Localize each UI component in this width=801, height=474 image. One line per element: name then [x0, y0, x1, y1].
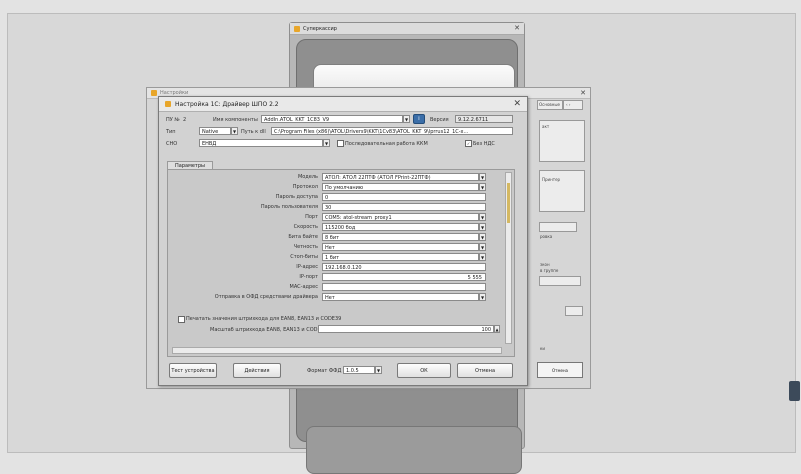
- param-label: Скорость: [293, 224, 318, 230]
- param-label: Порт: [305, 214, 318, 220]
- sales-window-titlebar: Суперкассир ✕: [290, 23, 524, 35]
- param-field[interactable]: 30: [322, 203, 486, 211]
- tab-main[interactable]: Основные: [537, 100, 563, 110]
- settings-cancel-button[interactable]: Отмена: [537, 362, 583, 378]
- param-label: Бита байте: [288, 234, 318, 240]
- param-field[interactable]: 115200 бод: [322, 223, 479, 231]
- device-num-label: ПУ №: [166, 117, 180, 123]
- chevron-down-icon[interactable]: ▼: [479, 213, 486, 221]
- print-barcode-label: Печатать значения штрихкода для EAN8, EA…: [186, 316, 342, 322]
- param-label: IP-порт: [299, 274, 318, 280]
- dialog-title: Настройка 1С: Драйвер ШПО 2.2: [175, 100, 279, 108]
- spinner-icon[interactable]: ▲: [494, 325, 500, 333]
- type-field[interactable]: Native: [199, 127, 231, 135]
- param-field[interactable]: Нет: [322, 293, 479, 301]
- chevron-down-icon[interactable]: ▼: [231, 127, 238, 135]
- ffd-format-label: Формат ФФД: [307, 368, 342, 374]
- chevron-down-icon[interactable]: ▼: [479, 223, 486, 231]
- chevron-down-icon[interactable]: ▼: [479, 183, 486, 191]
- param-label: Четность: [293, 244, 318, 250]
- driver-settings-dialog: Настройка 1С: Драйвер ШПО 2.2 ✕ ПУ № 2 И…: [158, 96, 528, 386]
- settings-field[interactable]: [539, 276, 581, 286]
- tab-scroll-arrows[interactable]: ‹ ›: [563, 100, 583, 110]
- print-barcode-checkbox[interactable]: [178, 316, 185, 323]
- param-field[interactable]: 192.168.0.120: [322, 263, 486, 271]
- component-name-label: Имя компоненты: [213, 117, 258, 123]
- ffd-format-field[interactable]: 1.0.5: [343, 366, 375, 374]
- tax-system-field[interactable]: ЕНВД: [199, 139, 323, 147]
- chevron-down-icon[interactable]: ▼: [479, 253, 486, 261]
- chevron-down-icon[interactable]: ▼: [479, 233, 486, 241]
- bottom-panel: [306, 426, 522, 474]
- param-label: Стоп-биты: [290, 254, 318, 260]
- barcode-scale-field[interactable]: 100: [318, 325, 494, 333]
- param-field[interactable]: 1 бит: [322, 253, 479, 261]
- settings-label: в группе: [540, 268, 559, 273]
- settings-label: ровка: [540, 234, 553, 239]
- param-field[interactable]: 8 бит: [322, 233, 479, 241]
- device-num-value: 2: [183, 117, 187, 123]
- info-icon[interactable]: i: [413, 114, 425, 124]
- param-label: IP-адрес: [296, 264, 318, 270]
- ok-button[interactable]: ОК: [397, 363, 451, 378]
- chevron-down-icon[interactable]: ▼: [375, 366, 382, 374]
- parameters-panel: Модель АТОЛ: АТОЛ 22ПТФ (АТОЛ FPrint-22ПТ…: [167, 169, 515, 357]
- dialog-titlebar: Настройка 1С: Драйвер ШПО 2.2 ✕: [159, 97, 527, 112]
- sales-window-title: Суперкассир: [303, 25, 337, 32]
- component-name-field[interactable]: AddIn.ATOL_KKT_1C83_V9: [261, 115, 403, 123]
- no-vat-checkbox[interactable]: ✓: [465, 140, 472, 147]
- app-icon: [151, 90, 157, 96]
- settings-dropdown[interactable]: [539, 222, 577, 232]
- chevron-down-icon[interactable]: ▼: [403, 115, 410, 123]
- actions-button[interactable]: Действия: [233, 363, 281, 378]
- close-icon[interactable]: ✕: [514, 25, 520, 32]
- param-field[interactable]: По умолчанию: [322, 183, 479, 191]
- type-label: Тип: [166, 129, 176, 135]
- tax-system-label: СНО: [166, 141, 178, 147]
- tray-icon[interactable]: [789, 381, 800, 401]
- version-label: Версия: [430, 117, 449, 123]
- param-label: Модель: [297, 174, 318, 180]
- scrollbar-thumb[interactable]: [507, 183, 510, 223]
- chevron-down-icon[interactable]: ▼: [479, 293, 486, 301]
- close-icon[interactable]: ✕: [513, 99, 521, 108]
- settings-label: зкон: [540, 262, 550, 267]
- chevron-down-icon[interactable]: ▼: [479, 173, 486, 181]
- param-label: Пароль пользователя: [260, 204, 318, 210]
- app-icon: [294, 25, 300, 32]
- param-label: Пароль доступа: [275, 194, 318, 200]
- sequential-mode-label: Последовательная работа ККМ: [345, 141, 428, 147]
- cancel-button[interactable]: Отмена: [457, 363, 513, 378]
- sequential-mode-checkbox[interactable]: [337, 140, 344, 147]
- settings-right-column: Основные ‹ › акт Принтер ровка зкон в гр…: [537, 94, 589, 384]
- no-vat-label: Без НДС: [473, 141, 495, 147]
- chevron-down-icon[interactable]: ▼: [323, 139, 330, 147]
- vertical-scrollbar[interactable]: [505, 172, 512, 344]
- param-label: Протокол: [292, 184, 318, 190]
- param-field[interactable]: [322, 283, 486, 291]
- settings-label: акт: [542, 124, 550, 129]
- barcode-scale-label: Масштаб штрихкода EAN8, EAN13 и CODE39: [210, 327, 327, 333]
- param-field[interactable]: Нет: [322, 243, 479, 251]
- param-field[interactable]: АТОЛ: АТОЛ 22ПТФ (АТОЛ FPrint-22ПТФ): [322, 173, 479, 181]
- param-field[interactable]: COM5: atol-stream_proxy1: [322, 213, 479, 221]
- param-label: MAC-адрес: [289, 284, 318, 290]
- settings-group-2: Принтер: [539, 170, 585, 212]
- settings-label: ки: [540, 346, 546, 351]
- printer-label: Принтер: [542, 177, 561, 182]
- settings-group-1: акт: [539, 120, 585, 162]
- app-icon: [165, 101, 171, 107]
- dll-path-label: Путь к dll: [241, 129, 266, 135]
- test-device-button[interactable]: Тест устройства: [169, 363, 217, 378]
- chevron-down-icon[interactable]: ▼: [479, 243, 486, 251]
- version-field: 9.12.2.6711: [455, 115, 513, 123]
- horizontal-scrollbar[interactable]: [172, 347, 502, 354]
- tab-main-label: Основные: [539, 102, 561, 107]
- param-field[interactable]: 0: [322, 193, 486, 201]
- param-label: Отправка в ОФД средствами драйвера: [214, 294, 318, 300]
- settings-spinner[interactable]: [565, 306, 583, 316]
- param-field[interactable]: 5 555: [322, 273, 486, 281]
- dll-path-field[interactable]: C:\Program Files (x86)\ATOL\Drivers9\KKT…: [271, 127, 513, 135]
